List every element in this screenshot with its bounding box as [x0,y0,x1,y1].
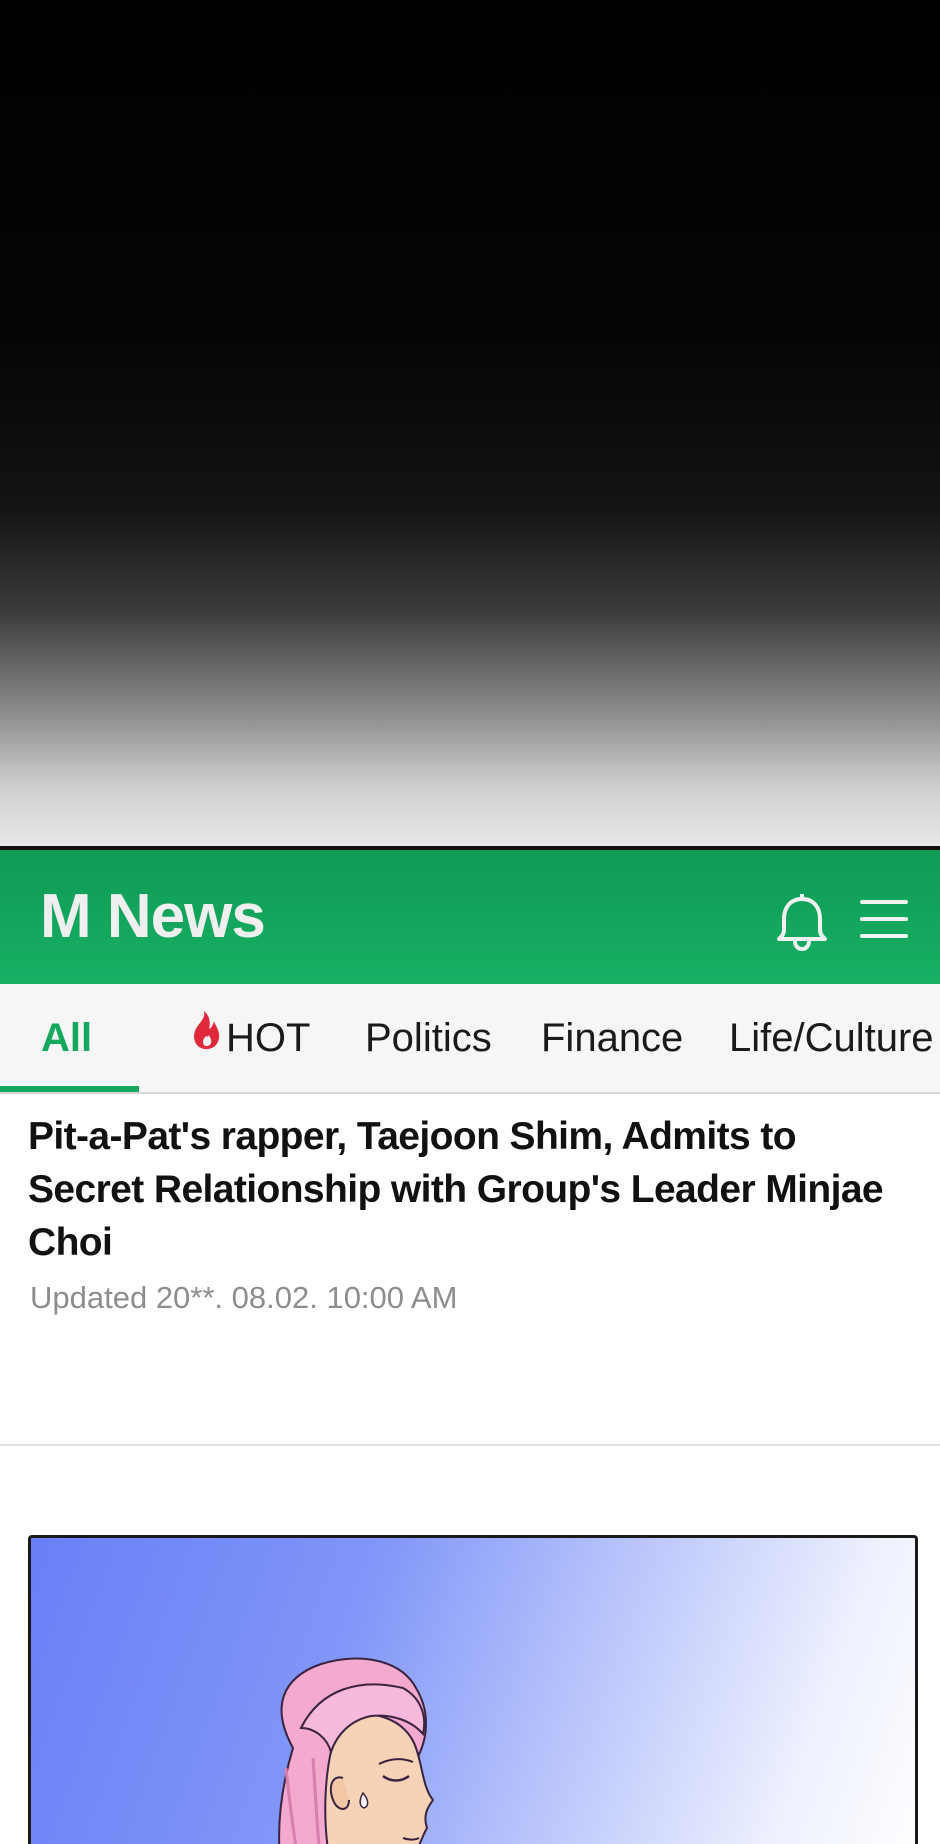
app-header: M News [0,850,940,984]
tab-finance[interactable]: Finance [541,984,683,1092]
bell-icon [777,893,827,952]
tab-all[interactable]: All [41,984,92,1092]
fire-icon [190,983,222,1091]
tab-hot-label: HOT [226,1016,311,1060]
app-title: M News [40,882,266,951]
webtoon-page: M News All HOT Politics Finance Life/Cul… [0,0,940,1844]
tab-hot[interactable]: HOT [190,984,310,1092]
category-tabs: All HOT Politics Finance Life/Culture [0,984,940,1094]
dark-gradient-panel [0,0,940,846]
menu-button[interactable] [860,898,908,942]
article-headline[interactable]: Pit-a-Pat's rapper, Taejoon Shim, Admits… [28,1110,908,1269]
tab-politics[interactable]: Politics [365,984,492,1092]
article-updated-time: Updated 20**. 08.02. 10:00 AM [30,1280,458,1315]
active-tab-indicator [0,1086,139,1092]
tab-life-culture[interactable]: Life/Culture [729,984,934,1092]
notifications-button[interactable] [774,893,830,952]
content-divider [0,1444,940,1446]
hamburger-menu-icon [860,900,908,938]
character-illustration [278,1657,435,1844]
comic-illustration-panel [28,1535,918,1844]
